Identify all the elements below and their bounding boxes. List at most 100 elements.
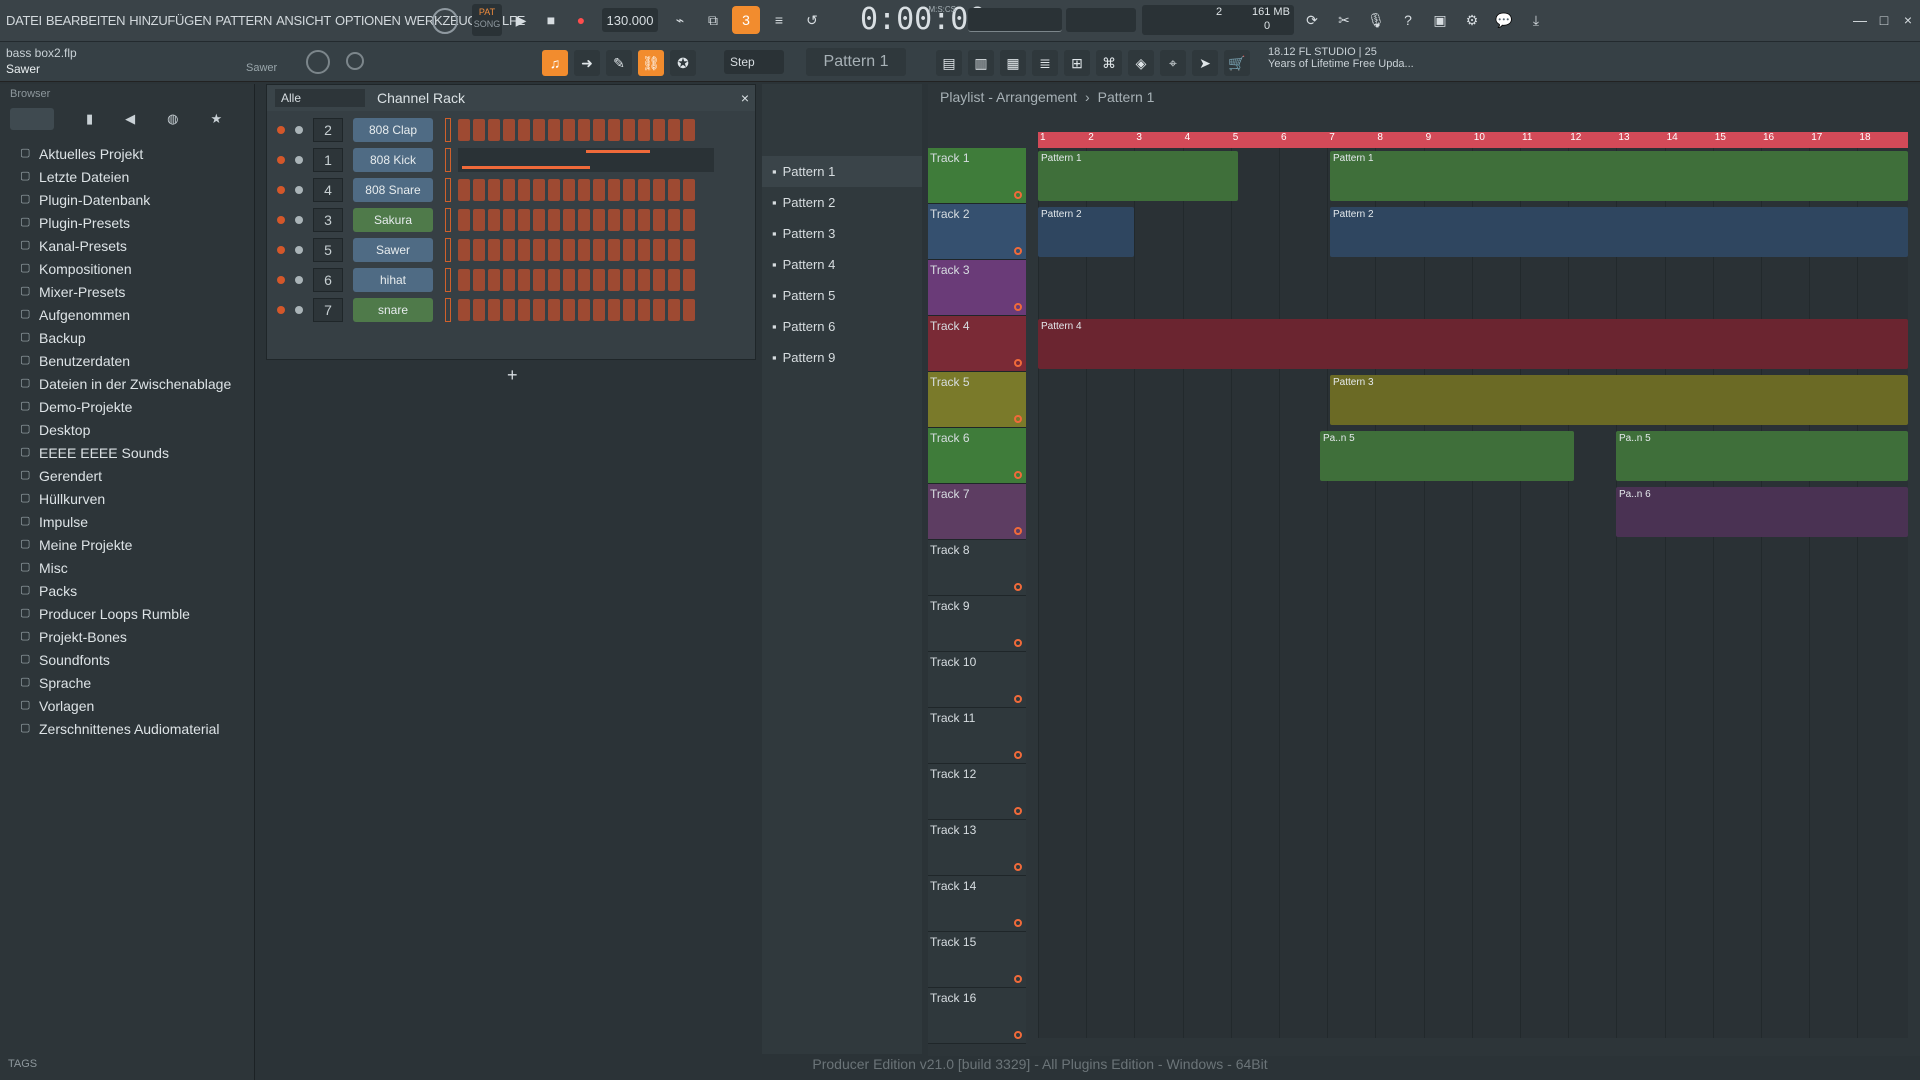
step-button[interactable] xyxy=(578,269,590,291)
track-header[interactable]: Track 9 xyxy=(928,596,1026,652)
step-button[interactable] xyxy=(578,209,590,231)
step-button[interactable] xyxy=(593,209,605,231)
channel-mixer-track[interactable]: 4 xyxy=(313,178,343,202)
swing-knob[interactable] xyxy=(346,52,364,70)
step-button[interactable] xyxy=(488,299,500,321)
touch-icon[interactable]: ⌖ xyxy=(1160,50,1186,76)
star-tab-icon[interactable]: ★ xyxy=(211,111,223,127)
channel-name-button[interactable]: hihat xyxy=(353,268,433,292)
step-button[interactable] xyxy=(623,209,635,231)
add-channel-button[interactable]: + xyxy=(507,365,518,386)
track-mute-led[interactable] xyxy=(1014,415,1022,423)
channel-led[interactable] xyxy=(277,186,285,194)
browser-item[interactable]: ▢ Mixer-Presets xyxy=(0,280,254,303)
menu-optionen[interactable]: OPTIONEN xyxy=(335,13,401,28)
step-button[interactable] xyxy=(563,209,575,231)
track-mute-led[interactable] xyxy=(1014,1031,1022,1039)
filter-dropdown[interactable]: Alle xyxy=(275,89,365,107)
loop-record-icon[interactable]: ↺ xyxy=(798,6,826,34)
menu-ansicht[interactable]: ANSICHT xyxy=(276,13,331,28)
track-header[interactable]: Track 6 xyxy=(928,428,1026,484)
playlist-clip[interactable]: Pattern 1 xyxy=(1038,151,1238,201)
step-button[interactable] xyxy=(638,239,650,261)
menu-bearbeiten[interactable]: BEARBEITEN xyxy=(46,13,126,28)
record-button[interactable]: ● xyxy=(567,6,595,34)
step-button[interactable] xyxy=(608,269,620,291)
step-button[interactable] xyxy=(533,119,545,141)
track-header[interactable]: Track 3 xyxy=(928,260,1026,316)
step-button[interactable] xyxy=(548,269,560,291)
step-button[interactable] xyxy=(548,209,560,231)
playlist-clip[interactable]: Pa..n 5 xyxy=(1616,431,1908,481)
step-button[interactable] xyxy=(623,269,635,291)
channel-mixer-track[interactable]: 7 xyxy=(313,298,343,322)
pattern-list-item[interactable]: ▪ Pattern 4 xyxy=(762,249,922,280)
playlist-clip[interactable]: Pattern 1 xyxy=(1330,151,1908,201)
browser-item[interactable]: ▢ Misc xyxy=(0,556,254,579)
step-button[interactable] xyxy=(638,179,650,201)
track-mute-led[interactable] xyxy=(1014,807,1022,815)
step-button[interactable] xyxy=(503,209,515,231)
playlist-clip[interactable]: Pa..n 5 xyxy=(1320,431,1574,481)
wait-input-icon[interactable]: ⧉ xyxy=(699,6,727,34)
chat-icon[interactable]: 💬 xyxy=(1490,6,1518,34)
link-button[interactable]: ⛓ xyxy=(638,50,664,76)
step-button[interactable] xyxy=(503,269,515,291)
play-button[interactable]: ▶ xyxy=(507,6,535,34)
browser-item[interactable]: ▢ Backup xyxy=(0,326,254,349)
channel-name-button[interactable]: 808 Snare xyxy=(353,178,433,202)
browser-item[interactable]: ▢ Aktuelles Projekt xyxy=(0,142,254,165)
step-button[interactable] xyxy=(503,119,515,141)
step-button[interactable] xyxy=(683,179,695,201)
browser-item[interactable]: ▢ Aufgenommen xyxy=(0,303,254,326)
track-mute-led[interactable] xyxy=(1014,247,1022,255)
browser-item[interactable]: ▢ Impulse xyxy=(0,510,254,533)
playlist-grid[interactable]: Pattern 1 Pattern 1 Pattern 2 Pattern 2 Patt… xyxy=(1038,148,1908,1038)
step-button[interactable] xyxy=(593,179,605,201)
menu-pattern[interactable]: PATTERN xyxy=(215,13,272,28)
export-icon[interactable]: ➤ xyxy=(1192,50,1218,76)
step-button[interactable] xyxy=(683,239,695,261)
minimize-icon[interactable]: — xyxy=(1848,6,1872,34)
channel-led[interactable] xyxy=(277,306,285,314)
browser-item[interactable]: ▢ Hüllkurven xyxy=(0,487,254,510)
step-button[interactable] xyxy=(518,239,530,261)
step-button[interactable] xyxy=(668,299,680,321)
tempo-knob[interactable] xyxy=(306,50,330,74)
channel-select-bar[interactable] xyxy=(445,268,451,292)
step-button[interactable] xyxy=(488,179,500,201)
pattern-list-item[interactable]: ▪ Pattern 2 xyxy=(762,187,922,218)
step-button[interactable] xyxy=(683,299,695,321)
channel-name-button[interactable]: Sakura xyxy=(353,208,433,232)
browser-item[interactable]: ▢ EEEE EEEE Sounds xyxy=(0,441,254,464)
browser-item[interactable]: ▢ Benutzerdaten xyxy=(0,349,254,372)
step-button[interactable] xyxy=(608,239,620,261)
files-tab-icon[interactable]: ▮ xyxy=(86,111,93,127)
pattern-list-item[interactable]: ▪ Pattern 9 xyxy=(762,342,922,373)
channel-name-button[interactable]: 808 Clap xyxy=(353,118,433,142)
playlist-icon[interactable]: ▤ xyxy=(936,50,962,76)
step-button[interactable] xyxy=(578,239,590,261)
channel-volume-knob[interactable] xyxy=(295,186,303,194)
step-button[interactable] xyxy=(578,179,590,201)
browser-item[interactable]: ▢ Kompositionen xyxy=(0,257,254,280)
step-button[interactable] xyxy=(518,299,530,321)
browser-item[interactable]: ▢ Meine Projekte xyxy=(0,533,254,556)
pattern-list-item[interactable]: ▪ Pattern 1 xyxy=(762,156,922,187)
step-button[interactable] xyxy=(608,179,620,201)
track-mute-led[interactable] xyxy=(1014,527,1022,535)
channel-name-button[interactable]: Sawer xyxy=(353,238,433,262)
refresh-icon[interactable]: ⟳ xyxy=(1298,6,1326,34)
browser-item[interactable]: ▢ Gerendert xyxy=(0,464,254,487)
channel-name-button[interactable]: snare xyxy=(353,298,433,322)
channel-led[interactable] xyxy=(277,276,285,284)
cart-icon[interactable]: 🛒 xyxy=(1224,50,1250,76)
track-header[interactable]: Track 4 xyxy=(928,316,1026,372)
browser-item[interactable]: ▢ Vorlagen xyxy=(0,694,254,717)
countdown-icon[interactable]: 3 xyxy=(732,6,760,34)
step-button[interactable] xyxy=(638,209,650,231)
master-volume-knob[interactable] xyxy=(432,8,458,34)
track-mute-led[interactable] xyxy=(1014,751,1022,759)
channel-led[interactable] xyxy=(277,246,285,254)
playlist-clip[interactable]: Pattern 4 xyxy=(1038,319,1908,369)
